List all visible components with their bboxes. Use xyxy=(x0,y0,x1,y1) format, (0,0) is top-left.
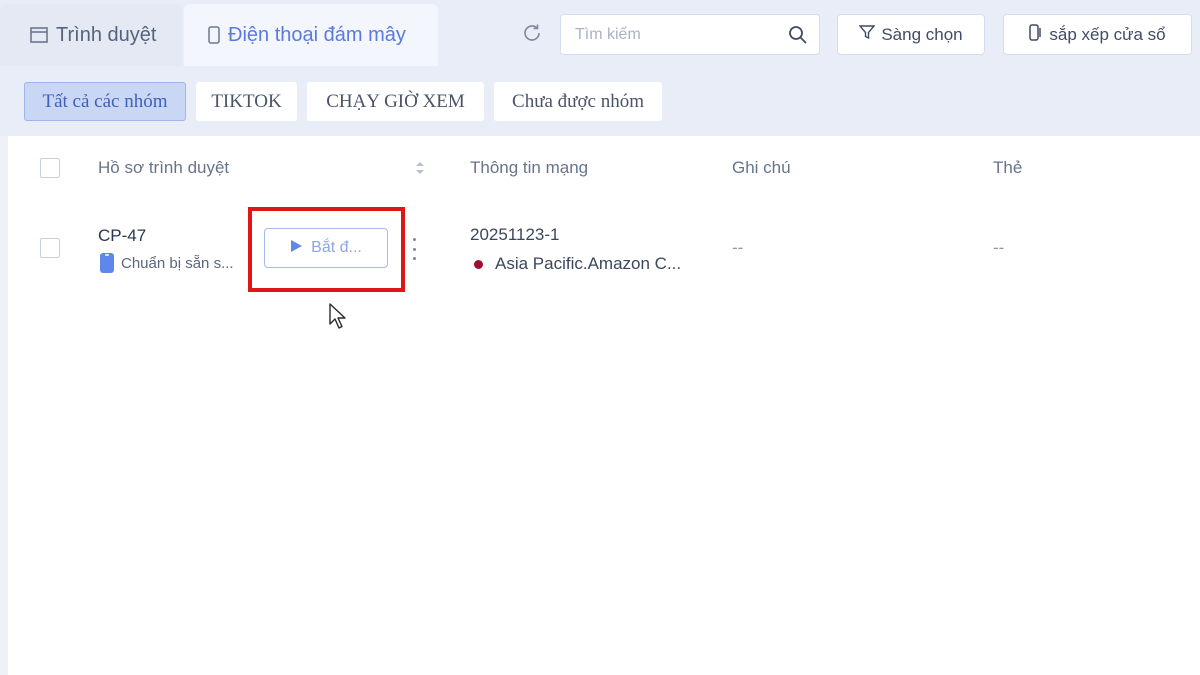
network-location-label: Asia Pacific.Amazon C... xyxy=(495,254,682,273)
filter-icon xyxy=(858,24,876,45)
play-icon xyxy=(290,239,303,258)
profile-status-label: Chuẩn bị sẵn s... xyxy=(121,254,234,272)
row-checkbox[interactable] xyxy=(40,238,60,258)
tab-cloud-phone[interactable]: Điện thoại đám mây xyxy=(184,4,438,66)
filter-label: Sàng chọn xyxy=(881,24,963,44)
header-network: Thông tin mạng xyxy=(470,158,589,177)
header-note: Ghi chú xyxy=(732,158,791,177)
network-location: Asia Pacific.Amazon C... xyxy=(474,254,681,274)
profile-status: Chuẩn bị sẵn s... xyxy=(100,253,234,273)
phone-icon xyxy=(208,26,220,44)
profile-table: Hồ sơ trình duyệt Thông tin mạng Ghi chú… xyxy=(8,136,1200,675)
tab-cloud-phone-label: Điện thoại đám mây xyxy=(228,23,406,46)
phone-icon xyxy=(100,253,114,273)
start-button-label: Bắt đ... xyxy=(311,239,362,256)
more-vertical-icon[interactable] xyxy=(408,236,420,262)
search-icon[interactable] xyxy=(787,24,809,46)
location-dot-icon xyxy=(474,259,483,269)
search-input[interactable] xyxy=(575,25,787,44)
cursor-pointer-icon xyxy=(328,302,348,330)
filter-button[interactable]: Sàng chọn xyxy=(837,14,985,55)
start-button[interactable]: Bắt đ... xyxy=(264,228,388,268)
refresh-button[interactable] xyxy=(520,23,544,47)
select-all-checkbox[interactable] xyxy=(40,158,60,178)
group-chip-chay-gio-xem[interactable]: CHẠY GIỜ XEM xyxy=(307,82,484,121)
profile-name: CP-47 xyxy=(98,226,147,245)
network-id: 20251123-1 xyxy=(470,225,560,244)
tag-value: -- xyxy=(993,238,1005,257)
tab-browser-label: Trình duyệt xyxy=(56,23,157,46)
note-value: -- xyxy=(732,238,744,257)
group-chip-all[interactable]: Tất cả các nhóm xyxy=(24,82,186,121)
window-icon xyxy=(1029,23,1043,46)
tab-browser[interactable]: Trình duyệt xyxy=(0,4,182,66)
refresh-icon xyxy=(521,22,543,49)
header-profile: Hồ sơ trình duyệt xyxy=(98,158,230,177)
group-filter-bar: Tất cả các nhóm TIKTOK CHẠY GIỜ XEM Chưa… xyxy=(0,70,1200,136)
sort-windows-button[interactable]: sắp xếp cửa sổ xyxy=(1003,14,1192,55)
sort-icon[interactable] xyxy=(414,158,426,178)
group-chip-ungrouped[interactable]: Chưa được nhóm xyxy=(494,82,662,121)
sort-windows-label: sắp xếp cửa sổ xyxy=(1049,24,1166,44)
header-tag: Thẻ xyxy=(993,158,1023,177)
search-box xyxy=(560,14,820,55)
top-bar: Trình duyệt Điện thoại đám mây Sàng chọn… xyxy=(0,0,1200,70)
group-chip-tiktok[interactable]: TIKTOK xyxy=(196,82,297,121)
browser-window-icon xyxy=(30,27,48,43)
